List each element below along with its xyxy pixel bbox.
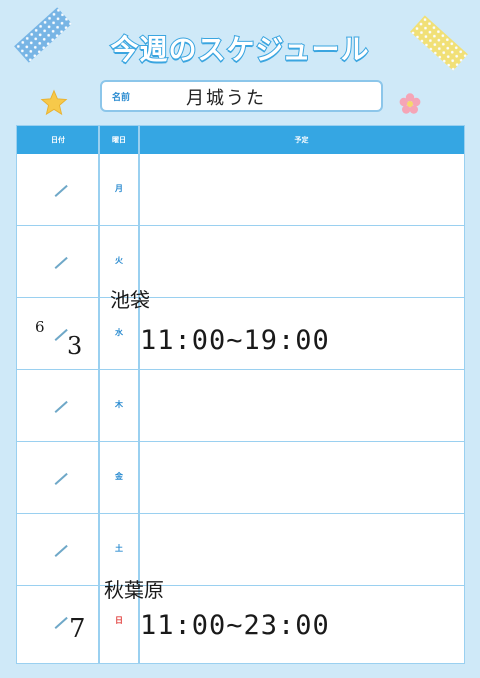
name-label: 名前 xyxy=(112,93,131,103)
table-row: 火 xyxy=(17,226,464,298)
date-slash xyxy=(54,328,68,341)
flower-icon xyxy=(399,93,421,114)
table-row: 月 xyxy=(17,154,464,226)
sunday-place: 秋葉原 xyxy=(104,578,164,602)
star-icon xyxy=(40,89,68,116)
page-title: 今週のスケジュール xyxy=(109,32,370,67)
weekday-label: 日 xyxy=(115,616,123,625)
schedule-table: 日付 曜日 予定 月 火 6 3 水 木 金 土 7 日 xyxy=(16,125,465,664)
date-slash xyxy=(54,184,68,197)
wednesday-place: 池袋 xyxy=(110,288,150,312)
header-date: 日付 xyxy=(51,136,65,144)
table-row: 金 xyxy=(17,442,464,514)
date-slash xyxy=(54,616,68,629)
weekday-label: 金 xyxy=(115,472,123,481)
name-field: 名前 月城うた xyxy=(100,80,383,112)
date-slash xyxy=(54,400,68,413)
wednesday-time: 11:00~19:00 xyxy=(140,325,330,356)
weekday-label: 火 xyxy=(115,256,123,265)
header-plan: 予定 xyxy=(294,136,309,144)
date-day: 7 xyxy=(69,614,86,644)
sunday-time: 11:00~23:00 xyxy=(140,610,330,641)
table-row: 土 xyxy=(17,514,464,586)
date-slash xyxy=(54,256,68,269)
table-row: 木 xyxy=(17,370,464,442)
weekday-label: 水 xyxy=(115,328,123,337)
date-slash xyxy=(54,472,68,485)
header-weekday: 曜日 xyxy=(112,136,126,144)
date-day: 3 xyxy=(67,332,83,360)
weekday-label: 土 xyxy=(115,544,123,553)
weekday-label: 木 xyxy=(115,400,123,409)
date-month: 6 xyxy=(35,318,45,336)
name-value: 月城うた xyxy=(186,88,266,109)
table-header: 日付 曜日 予定 xyxy=(17,126,464,154)
weekday-label: 月 xyxy=(115,184,123,193)
date-slash xyxy=(54,544,68,557)
